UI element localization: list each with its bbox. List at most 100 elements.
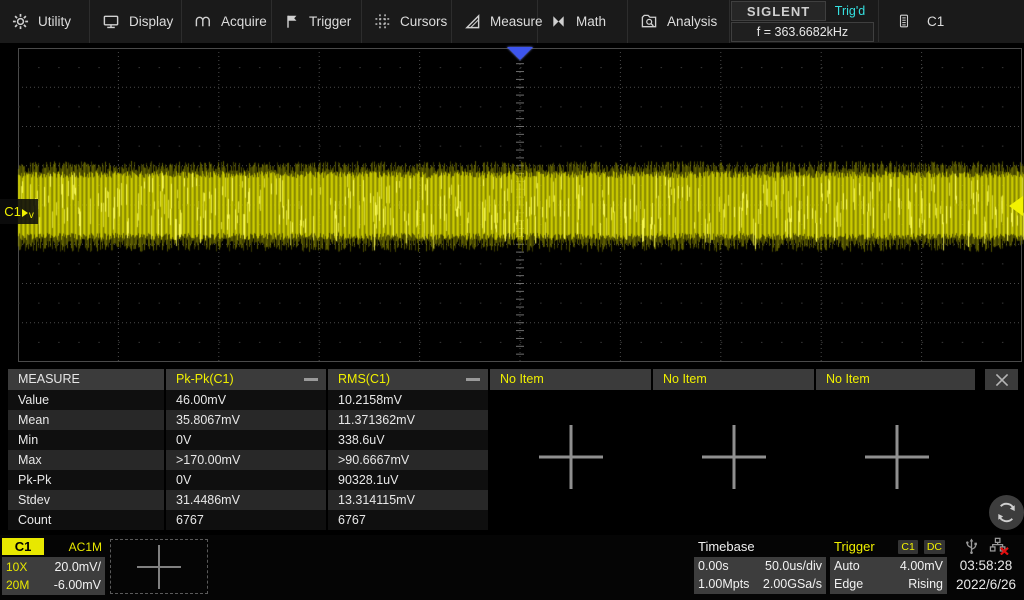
pkpk-value: 0V xyxy=(166,470,326,490)
measure-close-button[interactable] xyxy=(985,369,1018,390)
trigger-position-marker[interactable] xyxy=(507,47,533,60)
measure-table: Value 46.00mV 10.2158mV Mean 35.8067mV 1… xyxy=(8,390,488,530)
table-row: Value 46.00mV 10.2158mV xyxy=(8,390,488,410)
measure-col-empty-3[interactable]: No Item xyxy=(816,369,975,390)
system-status: 03:58:28 2022/6/26 xyxy=(948,536,1024,596)
channel-menu-label: C1 xyxy=(927,14,944,29)
channel1-coupling: AC1M xyxy=(44,540,105,554)
channel1-offset: -6.00mV xyxy=(54,576,101,594)
menu-math[interactable]: Math xyxy=(538,0,628,43)
table-row: Pk-Pk 0V 90328.1uV xyxy=(8,470,488,490)
row-label: Stdev xyxy=(8,490,164,510)
add-measurement-button[interactable] xyxy=(653,392,816,522)
channel1-offset-marker[interactable]: C1 v xyxy=(0,199,38,224)
menu-cursors[interactable]: Cursors xyxy=(362,0,452,43)
rms-value: 10.2158mV xyxy=(328,390,488,410)
menu-trigger-label: Trigger xyxy=(309,14,351,29)
timebase-scale: 50.0us/div xyxy=(765,557,822,575)
timebase-samplerate: 2.00GSa/s xyxy=(763,575,822,593)
row-label: Mean xyxy=(8,410,164,430)
pkpk-value: 0V xyxy=(166,430,326,450)
minus-icon[interactable] xyxy=(466,378,480,381)
clock-date[interactable]: 2022/6/26 xyxy=(948,575,1024,594)
rms-value: >90.6667mV xyxy=(328,450,488,470)
trigger-descriptor[interactable]: Trigger C1 DC Auto 4.00mV Edge Rising xyxy=(830,537,947,594)
math-icon xyxy=(550,13,567,30)
display-icon xyxy=(102,13,120,30)
menu-math-label: Math xyxy=(576,14,606,29)
plus-icon xyxy=(538,424,604,490)
flag-icon xyxy=(284,13,300,30)
acquire-icon xyxy=(194,13,212,30)
trigger-type: Edge xyxy=(834,575,863,593)
row-label: Max xyxy=(8,450,164,470)
pkpk-value: 6767 xyxy=(166,510,326,530)
right-arrow-icon xyxy=(22,209,28,217)
siglent-logo: SIGLENT xyxy=(731,1,826,21)
channel1-badge[interactable]: C1 xyxy=(2,538,44,555)
menu-trigger[interactable]: Trigger xyxy=(272,0,362,43)
trigger-status-block: SIGLENT Trig'd f = 363.6682kHz xyxy=(731,1,874,42)
close-icon xyxy=(993,372,1011,388)
plus-icon xyxy=(135,545,183,589)
menu-utility[interactable]: Utility xyxy=(0,0,90,43)
lan-disconnected-icon[interactable] xyxy=(989,537,1009,555)
row-label: Value xyxy=(8,390,164,410)
measure-col-pkpk[interactable]: Pk-Pk(C1) xyxy=(166,369,326,390)
channel1-attenuation: 10X xyxy=(6,558,27,576)
gear-icon xyxy=(12,13,29,30)
measure-col-rms[interactable]: RMS(C1) xyxy=(328,369,488,390)
row-label: Count xyxy=(8,510,164,530)
measure-title: MEASURE xyxy=(8,369,164,390)
pkpk-value: 46.00mV xyxy=(166,390,326,410)
table-row: Count 6767 6767 xyxy=(8,510,488,530)
timebase-memory: 1.00Mpts xyxy=(698,575,749,593)
list-icon xyxy=(897,12,911,30)
menu-measure-label: Measure xyxy=(490,14,543,29)
frequency-counter: f = 363.6682kHz xyxy=(731,22,874,42)
refresh-icon xyxy=(994,500,1019,525)
menu-cursors-label: Cursors xyxy=(400,14,447,29)
channel1-descriptor[interactable]: C1 AC1M 10X 20.0mV/ 20M -6.00mV xyxy=(2,537,105,594)
timebase-descriptor[interactable]: Timebase 0.00s 50.0us/div 1.00Mpts 2.00G… xyxy=(694,537,826,594)
menu-analysis[interactable]: Analysis xyxy=(628,0,730,43)
channel1-scale: 20.0mV/ xyxy=(54,558,101,576)
row-label: Min xyxy=(8,430,164,450)
pkpk-value: 31.4486mV xyxy=(166,490,326,510)
trigger-level-marker[interactable] xyxy=(1009,196,1023,216)
menu-display-label: Display xyxy=(129,14,173,29)
usb-icon[interactable] xyxy=(964,537,979,555)
trigger-mode: Auto xyxy=(834,557,860,575)
add-channel-button[interactable] xyxy=(110,539,208,594)
channel1-waveform xyxy=(0,43,1024,368)
oscilloscope-screen: Utility Display Acquire Trigger xyxy=(0,0,1024,600)
rms-value: 338.6uV xyxy=(328,430,488,450)
add-measurement-button[interactable] xyxy=(490,392,653,522)
table-row: Mean 35.8067mV 11.371362mV xyxy=(8,410,488,430)
table-row: Min 0V 338.6uV xyxy=(8,430,488,450)
gesture-indicator-button[interactable] xyxy=(989,495,1024,530)
pkpk-value: 35.8067mV xyxy=(166,410,326,430)
table-row: Max >170.00mV >90.6667mV xyxy=(8,450,488,470)
measure-col-empty-2[interactable]: No Item xyxy=(653,369,814,390)
trigger-level: 4.00mV xyxy=(900,557,943,575)
menu-display[interactable]: Display xyxy=(90,0,182,43)
channel1-bandwidth: 20M xyxy=(6,576,29,594)
measure-col-empty-1[interactable]: No Item xyxy=(490,369,651,390)
analysis-icon xyxy=(640,13,658,30)
menu-acquire[interactable]: Acquire xyxy=(182,0,272,43)
plus-icon xyxy=(701,424,767,490)
trigger-title: Trigger xyxy=(834,539,894,554)
add-measurement-button[interactable] xyxy=(815,392,978,522)
menu-measure[interactable]: Measure xyxy=(452,0,538,43)
channel-marker-label: C1 xyxy=(4,204,21,219)
measure-icon xyxy=(464,13,481,30)
channel-menu-button[interactable]: C1 xyxy=(878,0,1024,42)
cursors-icon xyxy=(374,13,391,30)
clock-time[interactable]: 03:58:28 xyxy=(948,556,1024,575)
minus-icon[interactable] xyxy=(304,378,318,381)
trigger-status: Trig'd xyxy=(826,1,874,21)
waveform-display: C1 v xyxy=(0,43,1024,368)
top-menu-bar: Utility Display Acquire Trigger xyxy=(0,0,1024,43)
rms-value: 6767 xyxy=(328,510,488,530)
